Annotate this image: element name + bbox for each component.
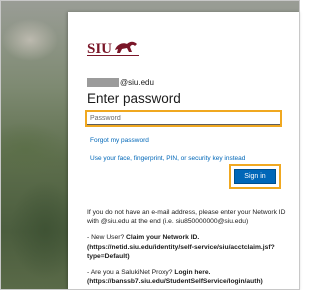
screenshot-border (0, 0, 300, 290)
